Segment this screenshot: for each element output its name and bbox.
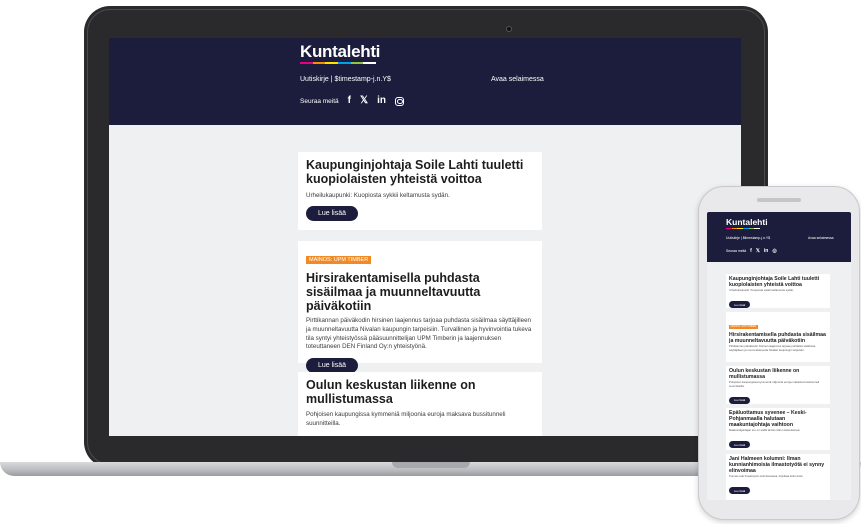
article-summary: Urheilukaupunki: Kuopiosta sykkii keltam… xyxy=(306,192,450,199)
phone-screen: Kuntalehti Uutiskirje | $timestamp-j.n.Y… xyxy=(707,212,851,500)
article-summary: Urheilukaupunki: Kuopiosta sykkii keltam… xyxy=(729,288,794,292)
logo-color-stripes xyxy=(726,228,761,229)
article-card: Oulun keskustan liikenne on mullistumass… xyxy=(726,366,830,404)
article-card: Kaupunginjohtaja Soile Lahti tuuletti ku… xyxy=(726,274,830,309)
newsletter-header: Kuntalehti Uutiskirje | $timestamp-j.n.Y… xyxy=(109,38,741,125)
facebook-icon[interactable]: f xyxy=(348,96,351,106)
article-card: Kaupunginjohtaja Soile Lahti tuuletti ku… xyxy=(298,152,542,230)
article-title[interactable]: Hirsirakentamisella puhdasta sisäilmaa j… xyxy=(306,271,534,313)
article-title[interactable]: Kaupunginjohtaja Soile Lahti tuuletti ku… xyxy=(729,276,827,288)
follow-label: Seuraa meitä xyxy=(726,249,747,253)
read-more-button[interactable]: Lue lisää xyxy=(306,358,359,374)
article-card: Oulun keskustan liikenne on mullistumass… xyxy=(298,372,542,436)
instagram-icon[interactable]: ◎ xyxy=(772,248,776,254)
read-more-button[interactable]: Lue lisää xyxy=(729,301,751,309)
x-icon[interactable]: 𝕏 xyxy=(360,96,368,106)
laptop-screen: Kuntalehti Uutiskirje | $timestamp-j.n.Y… xyxy=(109,38,741,436)
read-more-button[interactable]: Lue lisää xyxy=(729,396,751,404)
x-icon[interactable]: 𝕏 xyxy=(756,248,760,254)
article-title[interactable]: Jani Halmeen kolumni: Ilman kunnianhimoi… xyxy=(729,456,827,474)
follow-label: Seuraa meitä xyxy=(300,97,339,105)
linkedin-icon[interactable]: in xyxy=(377,96,386,106)
instagram-icon[interactable] xyxy=(394,96,404,106)
article-card: Jani Halmeen kolumni: Ilman kunnianhimoi… xyxy=(726,454,830,500)
facebook-icon[interactable]: f xyxy=(750,248,752,254)
article-title[interactable]: Hirsirakentamisella puhdasta sisäilmaa j… xyxy=(729,332,827,344)
read-more-button[interactable]: Lue lisää xyxy=(306,205,359,221)
article-card-sponsored: MAINOS: UPM TIMBER Hirsirakentamisella p… xyxy=(726,312,830,362)
open-in-browser-link[interactable]: Avaa selaimessa xyxy=(808,236,834,240)
article-summary: Kunnat ovat ilmastotyön eturintamassa, k… xyxy=(729,474,804,478)
kuntalehti-logo[interactable]: Kuntalehti xyxy=(300,42,380,62)
follow-row: Seuraa meitä f 𝕏 in xyxy=(300,96,404,106)
article-title[interactable]: Epäluottamus syvenee – Keski-Pohjanmaall… xyxy=(729,410,827,428)
article-title[interactable]: Kaupunginjohtaja Soile Lahti tuuletti ku… xyxy=(306,158,534,186)
article-title[interactable]: Oulun keskustan liikenne on mullistumass… xyxy=(306,378,534,406)
article-summary: Pohjoisen kaupungissa kymmeniä miljoonia… xyxy=(306,411,506,427)
sponsor-tag: MAINOS: UPM TIMBER xyxy=(306,256,372,264)
article-summary: Pirttikannan päiväkodin hirsinen laajenn… xyxy=(729,344,816,352)
phone-newsletter-header: Kuntalehti Uutiskirje | $timestamp-j.n.Y… xyxy=(707,212,851,262)
linkedin-icon[interactable]: in xyxy=(764,248,768,254)
open-in-browser-link[interactable]: Avaa selaimessa xyxy=(491,76,544,83)
article-summary: Pohjoisen kaupungissa kymmeniä miljoonia… xyxy=(729,380,820,388)
newsletter-meta: Uutiskirje | $timestamp-j.n.Y$ xyxy=(726,236,771,240)
newsletter-meta: Uutiskirje | $timestamp-j.n.Y$ xyxy=(300,76,391,83)
laptop-notch xyxy=(392,462,470,468)
sponsor-tag: MAINOS: UPM TIMBER xyxy=(729,324,758,329)
article-summary: Maakuntajohtajan ero on esillä tämän vii… xyxy=(729,428,801,432)
article-card-sponsored: MAINOS: UPM TIMBER Hirsirakentamisella p… xyxy=(298,241,542,374)
article-title[interactable]: Oulun keskustan liikenne on mullistumass… xyxy=(729,368,827,380)
follow-row: Seuraa meitä f 𝕏 in ◎ xyxy=(726,248,777,254)
phone-speaker xyxy=(757,198,801,202)
article-card: Epäluottamus syvenee – Keski-Pohjanmaall… xyxy=(726,408,830,450)
read-more-button[interactable]: Lue lisää xyxy=(729,487,751,495)
logo-color-stripes xyxy=(300,62,377,64)
kuntalehti-logo[interactable]: Kuntalehti xyxy=(726,217,768,227)
read-more-button[interactable]: Lue lisää xyxy=(729,441,751,449)
camera-icon xyxy=(506,26,512,32)
article-summary: Pirttikannan päiväkodin hirsinen laajenn… xyxy=(306,317,532,351)
